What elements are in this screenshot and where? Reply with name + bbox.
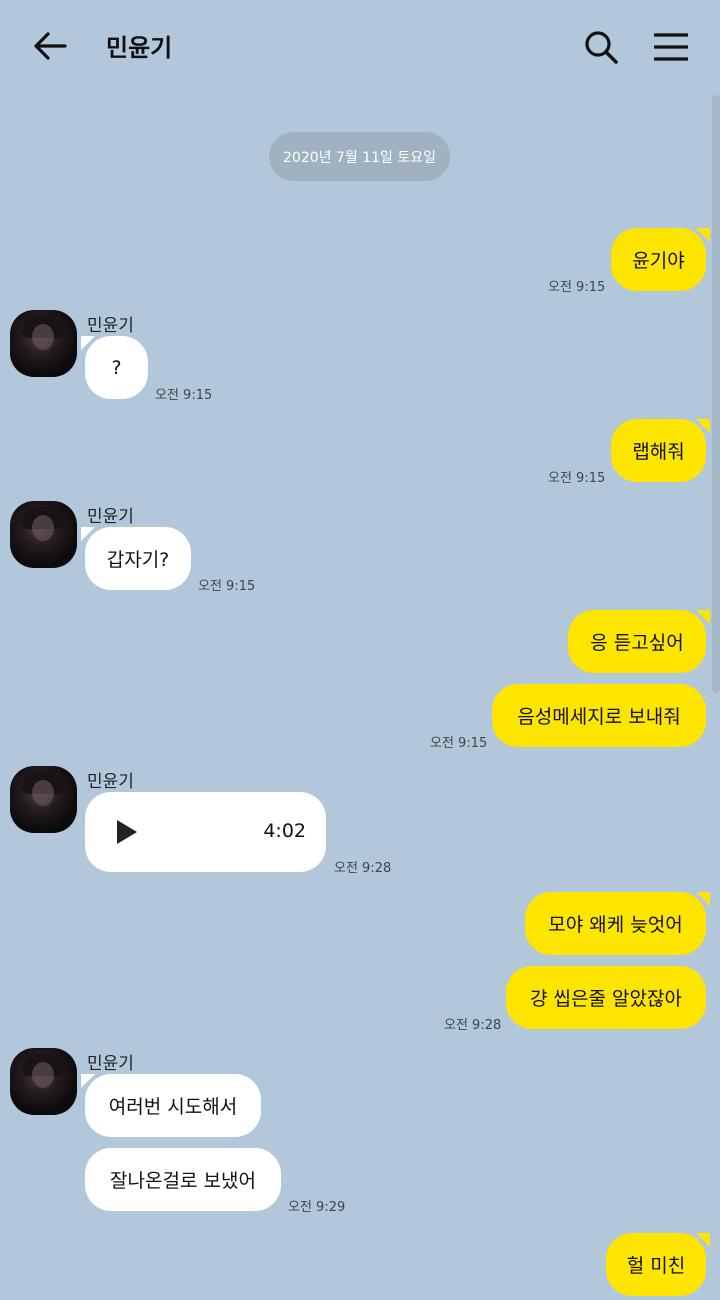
menu-button[interactable] [648, 24, 694, 70]
search-button[interactable] [578, 24, 624, 70]
chat-header: 민윤기 [0, 0, 720, 92]
message-time: 오전 9:15 [155, 388, 213, 403]
my-message-bubble[interactable]: 걍 씹은줄 알았잖아 [506, 966, 706, 1029]
my-message-bubble[interactable]: 랩해줘 [611, 419, 710, 482]
avatar[interactable] [10, 310, 77, 377]
sender-name: 민윤기 [87, 316, 134, 336]
my-message-bubble[interactable]: 음성메세지로 보내줘 [492, 684, 706, 747]
message-time: 오전 9:28 [334, 861, 392, 876]
message-time: 오전 9:29 [288, 1200, 346, 1215]
scrollbar[interactable] [712, 95, 720, 693]
play-icon[interactable] [115, 818, 139, 846]
my-message-bubble[interactable]: 응 듣고싶어 [568, 610, 710, 673]
their-message-bubble[interactable]: 잘나온걸로 보냈어 [85, 1148, 281, 1211]
my-message-bubble[interactable]: 헐 미친 [606, 1233, 710, 1296]
avatar[interactable] [10, 501, 77, 568]
my-message-bubble[interactable]: 모야 왜케 늦엇어 [525, 892, 710, 955]
hamburger-menu-icon [654, 33, 688, 61]
search-icon [585, 31, 618, 64]
chat-title: 민윤기 [106, 34, 173, 62]
message-time: 오전 9:15 [198, 579, 256, 594]
their-message-bubble[interactable]: 여러번 시도해서 [81, 1074, 261, 1137]
sender-name: 민윤기 [87, 507, 134, 527]
back-button[interactable] [26, 22, 74, 70]
sender-name: 민윤기 [87, 1054, 134, 1074]
avatar[interactable] [10, 766, 77, 833]
their-message-bubble[interactable]: 갑자기? [81, 527, 191, 590]
message-time: 오전 9:15 [548, 280, 606, 295]
message-time: 오전 9:28 [444, 1018, 502, 1033]
my-message-bubble[interactable]: 윤기야 [611, 228, 710, 291]
sender-name: 민윤기 [87, 772, 134, 792]
avatar[interactable] [10, 1048, 77, 1115]
date-divider: 2020년 7월 11일 토요일 [269, 132, 450, 181]
voice-message[interactable]: 4:02 [85, 792, 326, 872]
their-message-bubble[interactable]: ? [81, 336, 148, 399]
message-time: 오전 9:15 [430, 736, 488, 751]
message-time: 오전 9:15 [548, 471, 606, 486]
arrow-left-icon [34, 32, 67, 60]
voice-duration: 4:02 [263, 820, 306, 842]
